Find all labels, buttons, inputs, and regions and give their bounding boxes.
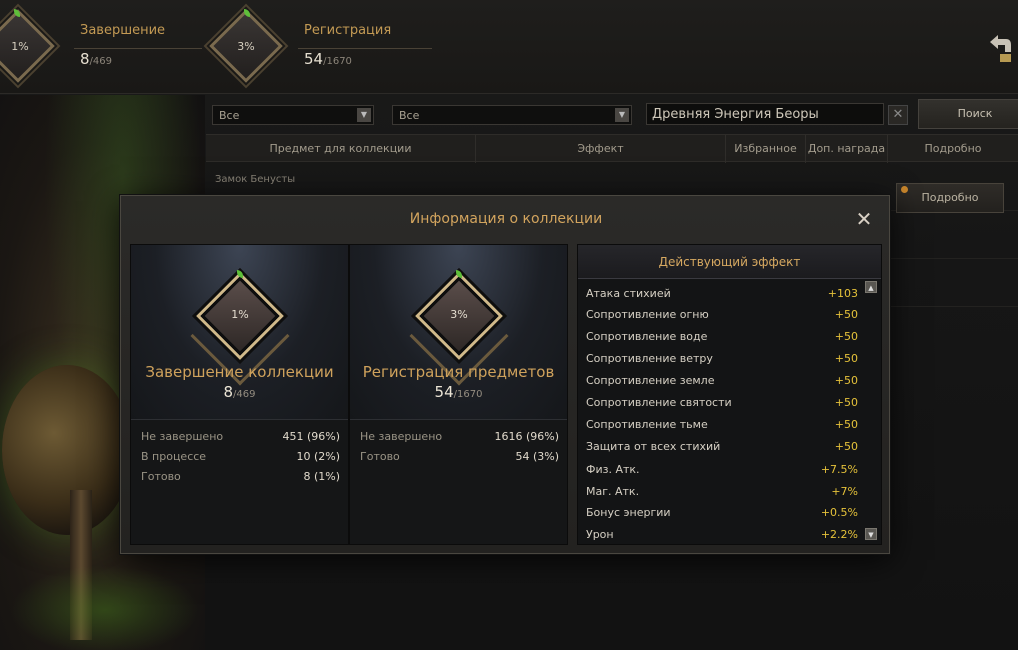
column-header-item[interactable]: Предмет для коллекции bbox=[206, 135, 476, 163]
column-header-bonus[interactable]: Доп. награда bbox=[806, 135, 888, 163]
collection-info-modal: Информация о коллекции ✕ 1% Завершение к… bbox=[120, 195, 890, 554]
top-completion-percent: 1% bbox=[11, 40, 29, 53]
top-registration-title: Регистрация bbox=[304, 23, 392, 38]
effect-row: Сопротивление земле +50 bbox=[586, 374, 858, 387]
search-button[interactable]: Поиск bbox=[918, 99, 1018, 129]
table-header: Предмет для коллекции Эффект Избранное Д… bbox=[206, 134, 1018, 163]
notification-dot-icon bbox=[901, 186, 908, 193]
column-header-effect[interactable]: Эффект bbox=[476, 135, 726, 163]
close-icon[interactable]: ✕ bbox=[853, 208, 875, 230]
stat-row: Не завершено 1616 (96%) bbox=[360, 430, 559, 443]
registration-diamond: 3% bbox=[409, 270, 509, 386]
chevron-down-icon: ▼ bbox=[615, 108, 629, 122]
effect-row: Сопротивление тьме +50 bbox=[586, 418, 858, 431]
divider bbox=[131, 419, 348, 420]
top-registration-stat: 3% Регистрация 54/1670 bbox=[209, 8, 434, 86]
effect-row: Сопротивление святости +50 bbox=[586, 396, 858, 409]
subcategory-select[interactable]: Все ▼ bbox=[392, 105, 632, 125]
green-glow bbox=[10, 565, 200, 650]
top-registration-count: 54/1670 bbox=[304, 50, 352, 68]
top-completion-stat: 1% Завершение 8/469 bbox=[0, 8, 202, 86]
modal-title: Информация о коллекции bbox=[409, 211, 603, 227]
registration-heading: Регистрация предметов bbox=[362, 363, 555, 381]
column-header-favorite[interactable]: Избранное bbox=[726, 135, 806, 163]
category-select[interactable]: Все ▼ bbox=[212, 105, 374, 125]
category-select-value: Все bbox=[219, 109, 240, 122]
chevron-down-icon: ▼ bbox=[357, 108, 371, 122]
filter-bar: Все ▼ Все ▼ Древняя Энергия Беоры ✕ Поис… bbox=[206, 95, 1018, 131]
completion-panel-top: 1% Завершение коллекции 8/469 bbox=[131, 245, 348, 419]
top-registration-percent: 3% bbox=[237, 40, 255, 53]
effect-row: Атака стихией +103 bbox=[586, 287, 858, 300]
clear-search-button[interactable]: ✕ bbox=[888, 105, 908, 125]
registration-panel: 3% Регистрация предметов 54/1670 Не заве… bbox=[349, 244, 568, 545]
divider bbox=[298, 48, 432, 49]
completion-heading: Завершение коллекции bbox=[145, 363, 334, 381]
details-button[interactable]: Подробно bbox=[896, 183, 1004, 213]
completion-percent: 1% bbox=[231, 308, 249, 321]
search-input[interactable]: Древняя Энергия Беоры bbox=[646, 103, 884, 125]
globe-image bbox=[2, 365, 132, 535]
arrow-up-icon[interactable]: ▲ bbox=[865, 281, 877, 293]
effect-row: Сопротивление огню +50 bbox=[586, 308, 858, 321]
effect-row: Бонус энергии +0.5% bbox=[586, 506, 858, 519]
completion-panel: 1% Завершение коллекции 8/469 Не заверше… bbox=[130, 244, 349, 545]
effects-heading: Действующий эффект bbox=[578, 245, 881, 279]
effect-row: Сопротивление воде +50 bbox=[586, 330, 858, 343]
registration-count: 54/1670 bbox=[434, 383, 483, 401]
return-arrow-icon[interactable] bbox=[986, 32, 1012, 64]
effect-row: Защита от всех стихий +50 bbox=[586, 440, 858, 453]
top-stats-bar: 1% Завершение 8/469 3% Регистрация 54/16… bbox=[0, 0, 1018, 94]
completion-diamond: 1% bbox=[190, 270, 290, 386]
stat-row: Не завершено 451 (96%) bbox=[141, 430, 340, 443]
registration-panel-top: 3% Регистрация предметов 54/1670 bbox=[350, 245, 567, 419]
divider bbox=[74, 48, 202, 49]
stat-row: Готово 54 (3%) bbox=[360, 450, 559, 463]
effect-row: Урон +2.2% bbox=[586, 528, 858, 541]
active-effects-panel: Действующий эффект ▲ ▼ Атака стихией +103… bbox=[577, 244, 882, 545]
effect-row: Сопротивление ветру +50 bbox=[586, 352, 858, 365]
effect-row: Физ. Атк. +7.5% bbox=[586, 463, 858, 476]
subcategory-select-value: Все bbox=[399, 109, 420, 122]
registration-percent: 3% bbox=[450, 308, 468, 321]
top-completion-count: 8/469 bbox=[80, 50, 113, 68]
top-completion-title: Завершение bbox=[80, 23, 166, 38]
table-row-category: Замок Бенусты bbox=[215, 174, 296, 185]
completion-count: 8/469 bbox=[223, 383, 256, 401]
arrow-down-icon[interactable]: ▼ bbox=[865, 528, 877, 540]
column-header-details: Подробно bbox=[924, 142, 982, 155]
effect-row: Маг. Атк. +7% bbox=[586, 485, 858, 498]
stat-row: В процессе 10 (2%) bbox=[141, 450, 340, 463]
stat-row: Готово 8 (1%) bbox=[141, 470, 340, 483]
divider bbox=[350, 419, 567, 420]
